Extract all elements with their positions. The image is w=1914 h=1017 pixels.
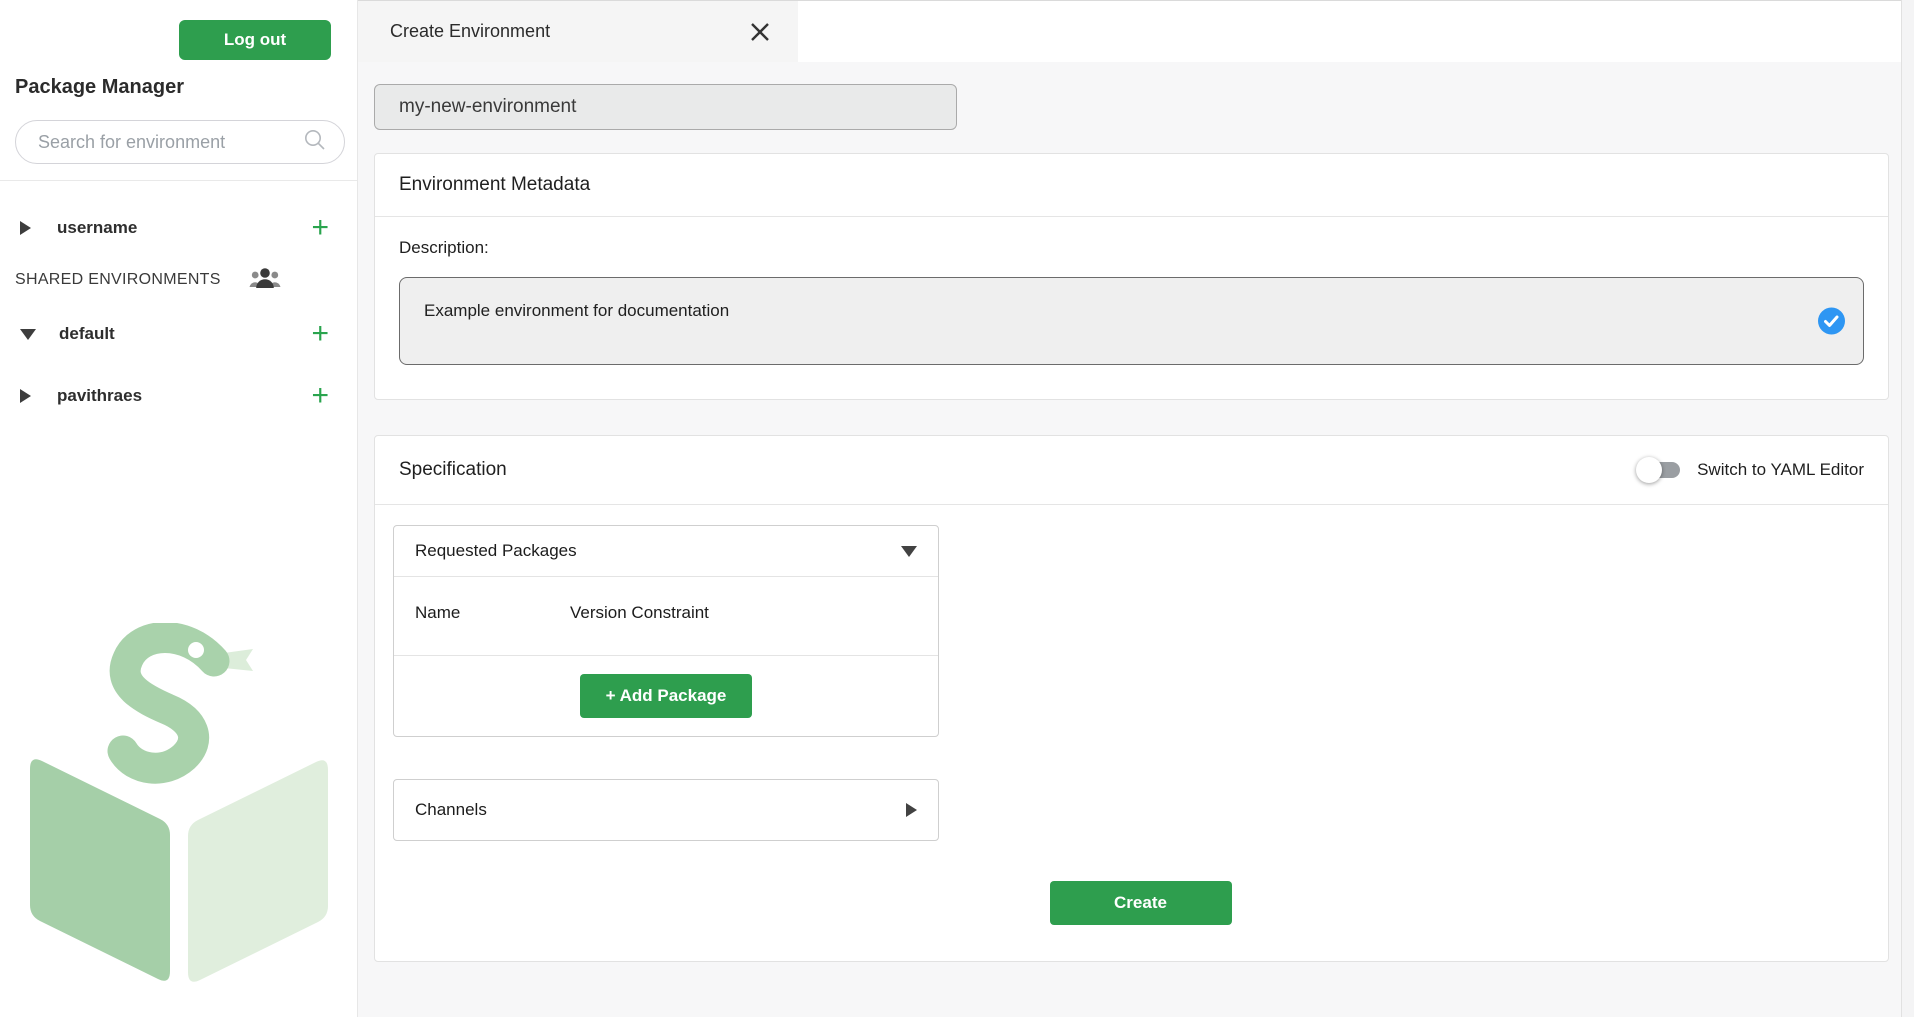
toggle-thumb[interactable] [1636,457,1662,483]
specification-card: Specification Switch to YAML Editor Requ… [374,435,1889,962]
add-package-button[interactable]: + Add Package [580,674,752,718]
expand-arrow-icon[interactable] [906,803,917,817]
description-label: Description: [399,238,1864,258]
requested-packages-accordion: Requested Packages Name Version Constrai… [393,525,939,737]
namespace-label: default [59,324,115,344]
description-value: Example environment for documentation [424,301,729,320]
tab-bar: Create Environment [358,0,1914,62]
create-button[interactable]: Create [1050,881,1232,925]
environment-search[interactable] [15,120,345,164]
yaml-editor-toggle[interactable] [1636,456,1682,484]
page-title: Package Manager [15,76,184,99]
sidebar-item-default[interactable]: default + [0,316,357,352]
yaml-toggle-label: Switch to YAML Editor [1697,460,1864,480]
specification-card-title: Specification [399,459,507,481]
channels-title: Channels [415,800,487,820]
shared-environments-label: SHARED ENVIRONMENTS [15,271,221,289]
search-input[interactable] [38,132,302,153]
add-package-row: + Add Package [394,655,938,736]
add-environment-icon[interactable]: + [311,382,329,410]
requested-packages-title: Requested Packages [415,541,577,561]
shared-environments-header: SHARED ENVIRONMENTS [15,264,281,296]
metadata-card-title: Environment Metadata [399,174,590,196]
people-icon [249,266,281,295]
main-area: Create Environment Environment Metadata … [358,0,1914,1017]
packages-table-header: Name Version Constraint [394,577,938,655]
add-environment-icon[interactable]: + [311,320,329,348]
close-icon[interactable] [748,20,772,44]
dropdown-arrow-icon[interactable] [901,546,917,557]
environment-metadata-card: Environment Metadata Description: Exampl… [374,153,1889,400]
add-environment-icon[interactable]: + [311,214,329,242]
sidebar-item-pavithraes[interactable]: pavithraes + [0,378,357,414]
column-name: Name [415,603,570,623]
column-version-constraint: Version Constraint [570,603,709,623]
search-icon [302,127,328,158]
sidebar: Log out Package Manager username + SHARE… [0,0,358,1017]
description-textarea[interactable]: Example environment for documentation [399,277,1864,365]
conda-store-logo [28,623,330,990]
logout-button[interactable]: Log out [179,20,331,60]
check-icon [1818,308,1845,335]
namespace-label: pavithraes [57,386,142,406]
create-environment-form: Environment Metadata Description: Exampl… [358,62,1914,1017]
tab-create-environment[interactable]: Create Environment [358,1,798,62]
environment-name-input[interactable] [374,84,957,130]
namespace-label: username [57,218,137,238]
scrollbar[interactable] [1901,0,1914,1017]
sidebar-divider [0,180,357,181]
sidebar-item-username[interactable]: username + [0,210,357,246]
requested-packages-header[interactable]: Requested Packages [394,526,938,577]
chevron-down-icon[interactable] [20,329,36,340]
channels-accordion: Channels [393,779,939,841]
specification-card-header: Specification Switch to YAML Editor [375,436,1888,505]
chevron-right-icon[interactable] [20,221,31,235]
chevron-right-icon[interactable] [20,389,31,403]
tab-title: Create Environment [390,21,550,42]
channels-header[interactable]: Channels [394,780,938,840]
metadata-card-header: Environment Metadata [375,154,1888,217]
